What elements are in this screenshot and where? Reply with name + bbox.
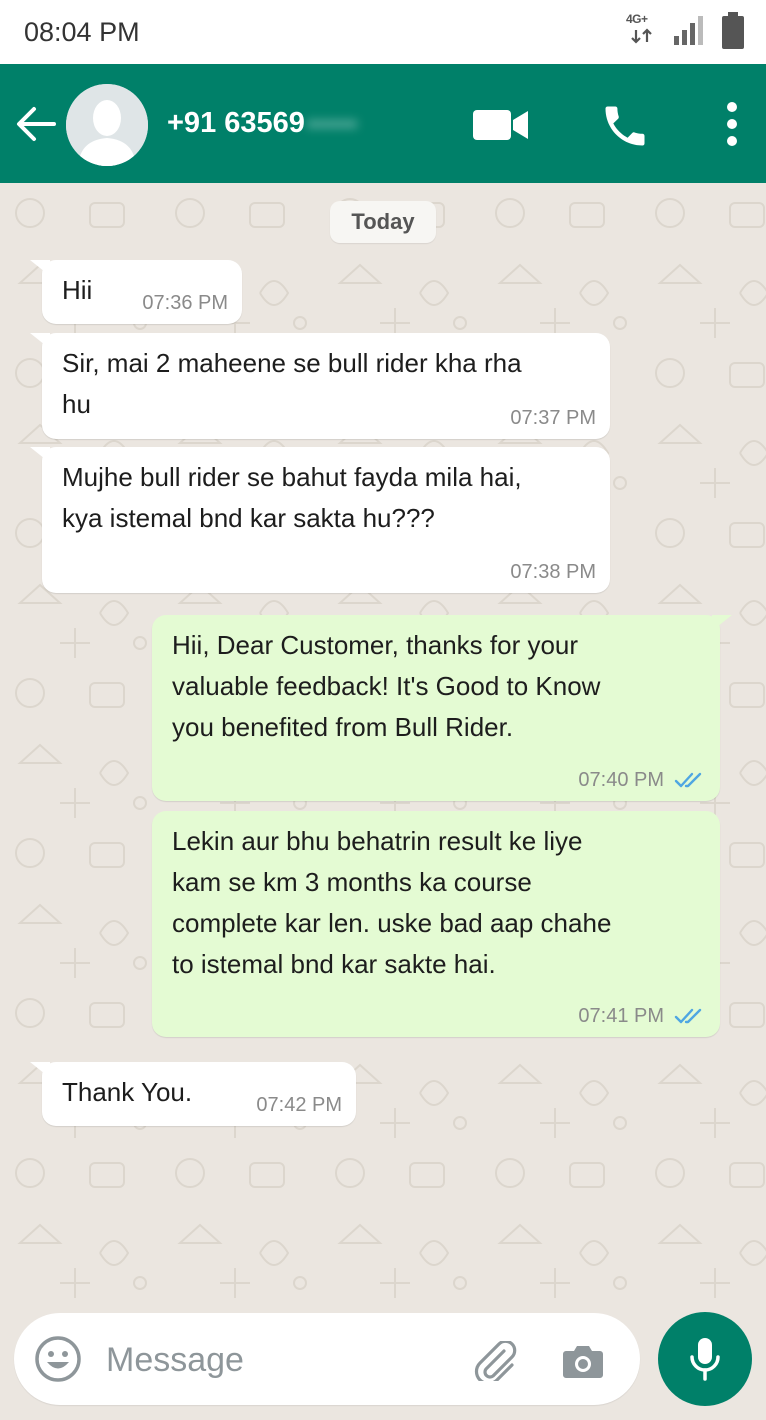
contact-number-hidden: •••••• (306, 111, 358, 138)
phone-icon[interactable] (598, 100, 652, 152)
video-call-icon[interactable] (472, 108, 530, 142)
chat-header: +91 63569•••••• (0, 64, 766, 183)
incoming-message[interactable]: Mujhe bull rider se bahut fayda mila hai… (30, 447, 610, 593)
battery-icon (722, 12, 744, 49)
outgoing-message[interactable]: Lekin aur bhu behatrin result ke liye ka… (152, 811, 720, 1037)
date-divider: Today (330, 201, 436, 243)
network-type-label: 4G+ (626, 12, 648, 26)
message-line: you benefited from Bull Rider. (172, 712, 514, 742)
more-vert-icon[interactable] (724, 100, 740, 148)
message-line: valuable feedback! It's Good to Know (172, 671, 601, 701)
bubble-tail (30, 333, 50, 349)
message-line: kam se km 3 months ka course (172, 867, 532, 897)
data-arrows-icon (631, 28, 652, 44)
bubble-tail (30, 260, 50, 276)
message-line: to istemal bnd kar sakte hai. (172, 949, 496, 979)
contact-number: +91 63569 (167, 107, 305, 139)
status-bar: 08:04 PM 4G+ (0, 0, 766, 64)
message-text: Mujhe bull rider se bahut fayda mila hai… (62, 457, 592, 539)
bubble-tail (30, 447, 50, 463)
incoming-message[interactable]: Hii 07:36 PM (30, 260, 242, 324)
message-line: Sir, mai 2 maheene se bull rider kha rha (62, 348, 522, 378)
incoming-message[interactable]: Thank You. 07:42 PM (30, 1062, 356, 1126)
message-line: kya istemal bnd kar sakta hu??? (62, 503, 435, 533)
outgoing-message[interactable]: Hii, Dear Customer, thanks for your valu… (152, 615, 732, 801)
message-input[interactable]: Message (14, 1313, 640, 1405)
message-line: Mujhe bull rider se bahut fayda mila hai… (62, 462, 522, 492)
message-placeholder: Message (106, 1341, 244, 1379)
bubble-tail (712, 615, 732, 631)
mic-button[interactable] (658, 1312, 752, 1406)
message-line: Lekin aur bhu behatrin result ke liye (172, 826, 583, 856)
message-time: 07:38 PM (510, 561, 596, 583)
message-line: complete kar len. uske bad aap chahe (172, 908, 612, 938)
avatar-icon (66, 84, 148, 166)
message-time: 07:41 PM (578, 1005, 664, 1027)
attach-icon[interactable] (474, 1341, 518, 1381)
status-time: 08:04 PM (24, 17, 140, 47)
incoming-message[interactable]: Sir, mai 2 maheene se bull rider kha rha… (30, 333, 610, 439)
message-time: 07:40 PM (578, 769, 664, 791)
double-tick-read-icon (674, 1008, 702, 1024)
contact-avatar[interactable] (66, 84, 148, 166)
message-text: Hii, Dear Customer, thanks for your valu… (172, 625, 702, 748)
back-arrow-icon[interactable] (14, 104, 56, 144)
chat-area[interactable]: Today Hii 07:36 PM Sir, mai 2 maheene se… (0, 183, 766, 1310)
message-input-bar: Message (0, 1310, 766, 1420)
emoji-icon[interactable] (34, 1335, 82, 1383)
message-time: 07:37 PM (510, 407, 596, 429)
message-line: Hii, Dear Customer, thanks for your (172, 630, 579, 660)
contact-name[interactable]: +91 63569•••••• (167, 107, 357, 140)
message-text: Lekin aur bhu behatrin result ke liye ka… (172, 821, 702, 985)
message-time: 07:36 PM (142, 292, 228, 314)
mic-icon (690, 1338, 720, 1381)
camera-icon[interactable] (562, 1343, 604, 1379)
message-time: 07:42 PM (256, 1094, 342, 1116)
bubble-tail (30, 1062, 50, 1078)
double-tick-read-icon (674, 772, 702, 788)
signal-icon (674, 16, 703, 45)
